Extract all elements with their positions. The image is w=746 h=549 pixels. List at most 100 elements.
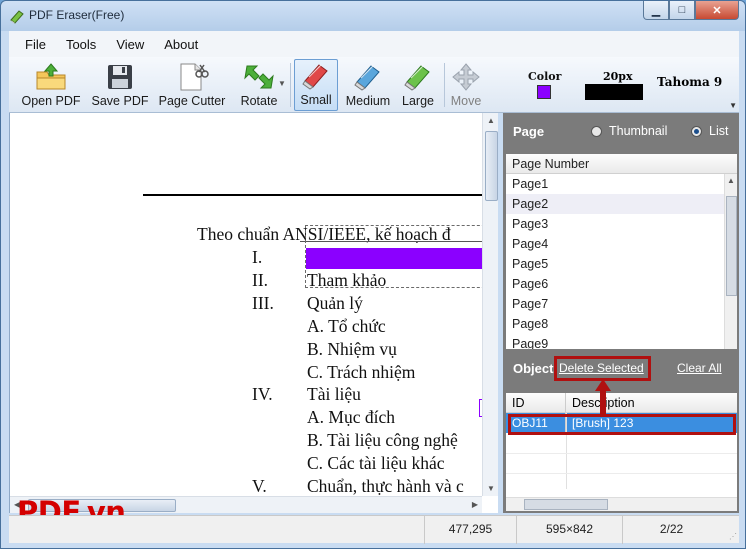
- id-column-header[interactable]: ID: [506, 393, 566, 412]
- page-list-item[interactable]: Page7: [506, 294, 737, 314]
- brush-size-preview[interactable]: [585, 84, 643, 100]
- thumbnail-radio-label[interactable]: Thumbnail: [609, 124, 667, 138]
- object-table[interactable]: ID Description OBJ11 [Brush] 123: [506, 393, 737, 511]
- title-bar: PDF Eraser(Free) ▁ □ ✕: [1, 1, 745, 31]
- selected-row-highlight: [508, 414, 736, 435]
- page-list[interactable]: Page Number Page1 Page2 Page3 Page4 Page…: [506, 154, 737, 349]
- eraser-blue-icon: [354, 65, 380, 91]
- menu-tools[interactable]: Tools: [56, 37, 106, 52]
- minimize-button[interactable]: ▁: [643, 1, 669, 20]
- clear-all-link[interactable]: Clear All: [677, 361, 722, 375]
- move-arrows-icon: [452, 63, 480, 91]
- page-list-item[interactable]: Page9: [506, 334, 737, 349]
- doc-line: A. Tổ chức: [307, 316, 386, 336]
- doc-line: B. Nhiệm vụ: [307, 339, 397, 359]
- object-table-header: ID Description: [506, 393, 737, 413]
- doc-line: B. Tài liệu công nghệ: [307, 430, 458, 450]
- maximize-button[interactable]: □: [669, 1, 695, 20]
- doc-line: Tài liệu: [307, 384, 361, 404]
- page-list-item[interactable]: Page1: [506, 174, 737, 194]
- list-radio-label[interactable]: List: [709, 124, 728, 138]
- page-list-header[interactable]: Page Number: [506, 154, 737, 174]
- scroll-up-icon[interactable]: ▲: [727, 176, 735, 185]
- menu-file[interactable]: File: [15, 37, 56, 52]
- thumbnail-radio[interactable]: [591, 126, 602, 137]
- resize-grip-icon[interactable]: ⋰: [729, 532, 737, 541]
- open-folder-icon: [36, 63, 66, 90]
- scissors-page-icon: [180, 63, 209, 91]
- page-list-item-selected[interactable]: Page2: [506, 194, 737, 214]
- move-label: Move: [450, 94, 482, 108]
- object-table-scroll-thumb[interactable]: [524, 499, 608, 510]
- doc-line: V.: [252, 476, 267, 496]
- page-list-scroll-thumb[interactable]: [726, 196, 737, 296]
- small-label: Small: [300, 93, 332, 107]
- toolbar-separator: [290, 63, 291, 107]
- doc-line: I.: [252, 247, 263, 267]
- eraser-red-icon: [302, 64, 328, 90]
- scroll-right-icon[interactable]: ▶: [472, 500, 478, 509]
- table-gridline: [506, 453, 737, 454]
- toolbar-separator: [444, 63, 445, 107]
- doc-line: C. Trách nhiệm: [307, 362, 416, 382]
- pdf-page[interactable]: Theo chuẩn ANSI/IEEE, kế hoạch đ I. II. …: [10, 113, 482, 496]
- eraser-small-button[interactable]: Small: [294, 59, 338, 111]
- page-list-item[interactable]: Page6: [506, 274, 737, 294]
- window-title: PDF Eraser(Free): [29, 8, 125, 22]
- doc-line: C. Các tài liệu khác: [307, 453, 445, 473]
- object-table-scrollbar[interactable]: [506, 497, 737, 511]
- eraser-app-icon: [10, 10, 24, 24]
- doc-line: III.: [252, 293, 274, 313]
- rotate-label: Rotate: [240, 94, 278, 108]
- font-label[interactable]: Tahoma 9: [657, 75, 722, 89]
- eraser-medium-button[interactable]: Medium: [342, 59, 394, 111]
- page-list-item[interactable]: Page3: [506, 214, 737, 234]
- page-cutter-label: Page Cutter: [158, 94, 226, 108]
- page-list-item[interactable]: Page5: [506, 254, 737, 274]
- color-swatch[interactable]: [537, 85, 551, 99]
- medium-label: Medium: [345, 94, 391, 108]
- delete-selected-highlight: [554, 356, 651, 381]
- color-label: Color: [528, 70, 562, 83]
- vertical-scroll-thumb[interactable]: [485, 131, 498, 201]
- open-pdf-button[interactable]: Open PDF: [17, 59, 85, 111]
- page-list-item[interactable]: Page4: [506, 234, 737, 254]
- large-label: Large: [402, 94, 434, 108]
- floppy-disk-icon: [108, 65, 132, 89]
- eraser-green-icon: [404, 65, 430, 91]
- page-list-item[interactable]: Page8: [506, 314, 737, 334]
- doc-line: A. Mục đích: [307, 407, 395, 427]
- page-panel-header: Page Thumbnail List: [503, 113, 739, 151]
- save-pdf-button[interactable]: Save PDF: [89, 59, 151, 111]
- brush-size-label: 20px: [603, 70, 633, 83]
- toolbar: Open PDF Save PDF Page Cutter Rotate ▼ S…: [9, 57, 739, 113]
- page-panel-title: Page: [513, 124, 545, 139]
- move-button[interactable]: Move: [447, 59, 485, 111]
- rotate-dropdown-arrow-icon[interactable]: ▼: [278, 79, 286, 88]
- menu-view[interactable]: View: [106, 37, 154, 52]
- doc-line: IV.: [252, 384, 273, 404]
- eraser-large-button[interactable]: Large: [396, 59, 440, 111]
- scroll-down-icon[interactable]: ▼: [487, 484, 495, 493]
- status-bar: 477,295 595×842 2/22 ⋰: [9, 515, 739, 544]
- vertical-scrollbar[interactable]: ▲ ▼: [482, 113, 498, 496]
- scroll-up-icon[interactable]: ▲: [487, 116, 495, 125]
- open-pdf-label: Open PDF: [21, 94, 81, 108]
- object-panel-title: Object: [513, 361, 554, 376]
- doc-line: II.: [252, 270, 269, 290]
- page-list-scrollbar[interactable]: ▲: [724, 174, 737, 349]
- document-viewer[interactable]: Theo chuẩn ANSI/IEEE, kế hoạch đ I. II. …: [9, 113, 498, 513]
- page-rule: [143, 194, 482, 196]
- save-pdf-label: Save PDF: [91, 94, 149, 108]
- callout-arrow-icon: [595, 379, 611, 415]
- menu-about[interactable]: About: [154, 37, 208, 52]
- close-button[interactable]: ✕: [695, 1, 739, 20]
- table-gridline: [506, 473, 737, 474]
- doc-line: Quản lý: [307, 293, 363, 313]
- selection-box[interactable]: [305, 225, 482, 288]
- page-indicator: 2/22: [622, 516, 720, 544]
- toolbar-overflow-icon[interactable]: ▼: [729, 101, 737, 110]
- list-radio[interactable]: [691, 126, 702, 137]
- rotate-arrows-icon: [244, 65, 274, 89]
- page-cutter-button[interactable]: Page Cutter: [155, 59, 229, 111]
